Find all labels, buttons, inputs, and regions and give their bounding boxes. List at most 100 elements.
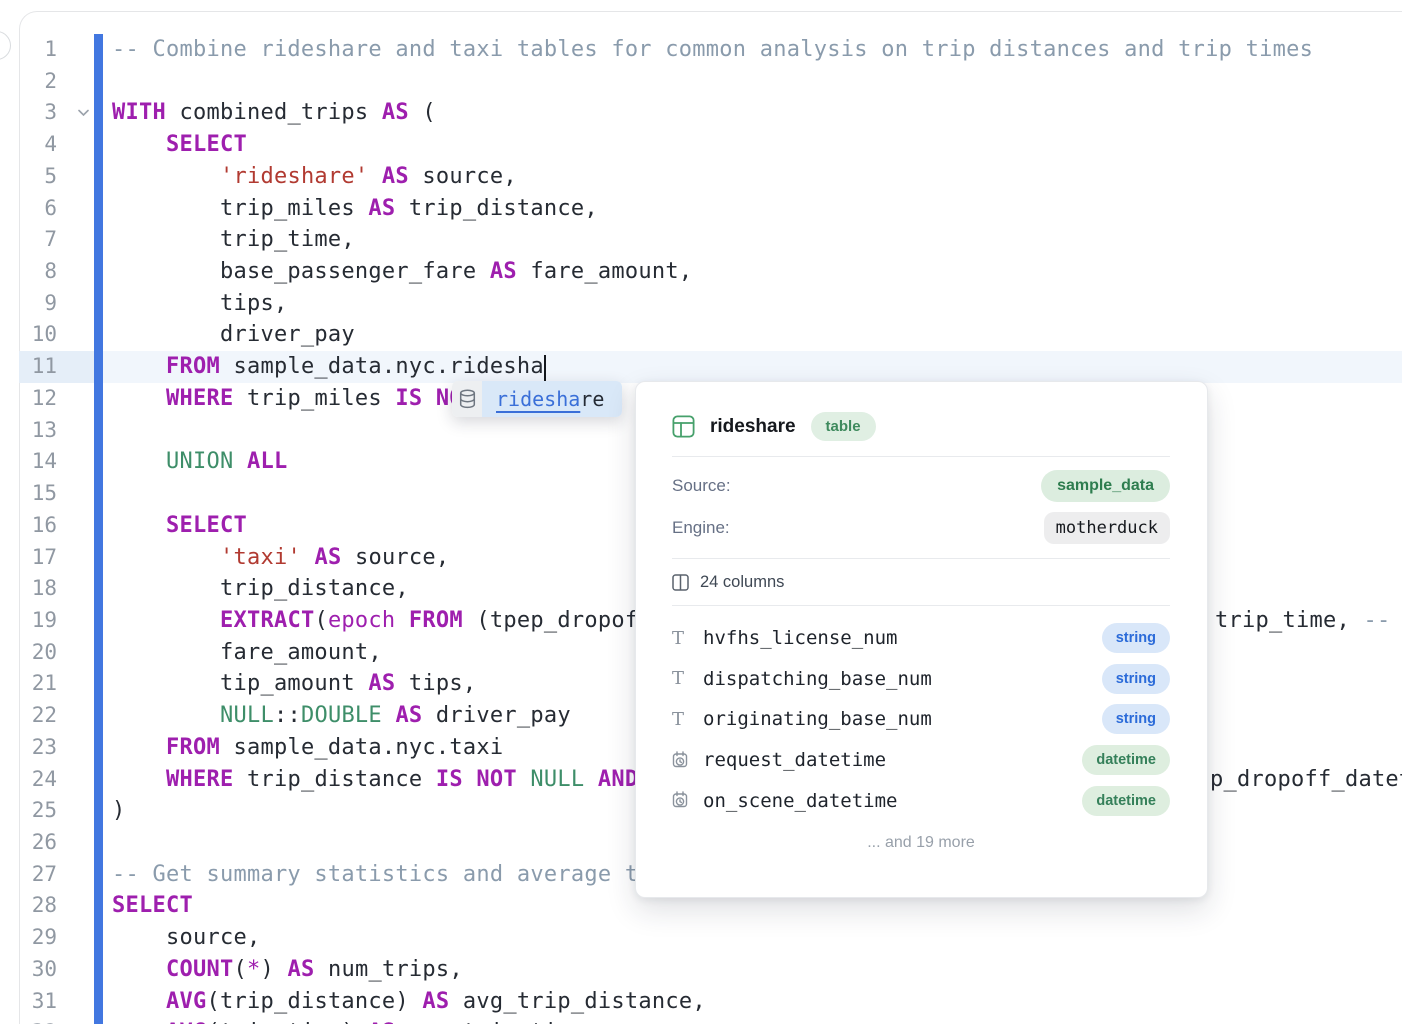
code-text: AVG(trip_time) AS avg_trip_time, (19, 1017, 1402, 1024)
divider (672, 605, 1170, 606)
column-type-badge: string (1102, 664, 1170, 694)
code-line-29[interactable]: 29 source, (19, 922, 1402, 954)
line-number: 21 (19, 668, 57, 700)
line-number: 3 (19, 97, 57, 129)
line-number: 29 (19, 922, 57, 954)
code-line-2[interactable]: 2 (19, 66, 1402, 98)
change-indicator-bar (94, 34, 103, 1024)
database-icon (452, 381, 482, 417)
line-number: 4 (19, 129, 57, 161)
code-text: AVG(trip_distance) AS avg_trip_distance, (19, 986, 1402, 1018)
code-text: tips, (19, 288, 1402, 320)
code-line-10[interactable]: 10 driver_pay (19, 319, 1402, 351)
code-line-31[interactable]: 31 AVG(trip_distance) AS avg_trip_distan… (19, 986, 1402, 1018)
column-name: hvfhs_license_num (703, 627, 897, 649)
code-line-30[interactable]: 30 COUNT(*) AS num_trips, (19, 954, 1402, 986)
code-line-32[interactable]: 32 AVG(trip_time) AS avg_trip_time, (19, 1017, 1402, 1024)
string-icon-cell: T (672, 709, 703, 730)
line-number: 6 (19, 193, 57, 225)
code-text: 'rideshare' AS source, (19, 161, 1402, 193)
engine-label: Engine: (672, 518, 730, 538)
datetime-icon-cell (672, 791, 703, 810)
column-name: dispatching_base_num (703, 668, 932, 690)
datetime-type-icon (672, 791, 691, 810)
code-text: -- Combine rideshare and taxi tables for… (19, 34, 1402, 66)
code-line-3[interactable]: 3WITH combined_trips AS ( (19, 97, 1402, 129)
line-number: 15 (19, 478, 57, 510)
more-columns-label: ... and 19 more (672, 834, 1170, 852)
column-row: Thvfhs_license_num string (672, 618, 1170, 659)
code-line-8[interactable]: 8 base_passenger_fare AS fare_amount, (19, 256, 1402, 288)
autocomplete-popup[interactable]: rideshare (452, 381, 622, 417)
autocomplete-match-text: ridesha (496, 387, 580, 411)
panel-handle[interactable] (0, 31, 11, 60)
autocomplete-item-rideshare[interactable]: rideshare (482, 381, 622, 417)
code-text: source, (19, 922, 1402, 954)
line-number: 19 (19, 605, 57, 637)
autocomplete-rest-text: re (580, 387, 604, 411)
column-row: Toriginating_base_num string (672, 699, 1170, 740)
code-line-7[interactable]: 7 trip_time, (19, 224, 1402, 256)
table-kind-badge: table (811, 412, 876, 441)
table-detail-header: rideshare table (672, 382, 1170, 445)
code-text: base_passenger_fare AS fare_amount, (19, 256, 1402, 288)
code-line-5[interactable]: 5 'rideshare' AS source, (19, 161, 1402, 193)
columns-count-label: 24 columns (700, 573, 784, 592)
column-row: request_datetime datetime (672, 740, 1170, 781)
code-text: trip_miles AS trip_distance, (19, 193, 1402, 225)
source-value-badge: sample_data (1041, 470, 1170, 502)
line-number: 12 (19, 383, 57, 415)
column-type-badge: string (1102, 623, 1170, 653)
code-line-4[interactable]: 4 SELECT (19, 129, 1402, 161)
line-number: 27 (19, 859, 57, 891)
code-text: FROM sample_data.nyc.ridesha (19, 351, 1402, 383)
column-type-badge: datetime (1082, 745, 1170, 775)
code-line-11[interactable]: 11 FROM sample_data.nyc.ridesha (19, 351, 1402, 383)
code-line-1[interactable]: 1-- Combine rideshare and taxi tables fo… (19, 34, 1402, 66)
line-number: 30 (19, 954, 57, 986)
line-number: 1 (19, 34, 57, 66)
code-text: COUNT(*) AS num_trips, (19, 954, 1402, 986)
code-text: driver_pay (19, 319, 1402, 351)
line-number: 11 (19, 351, 57, 383)
code-text: SELECT (19, 129, 1402, 161)
line-number: 18 (19, 573, 57, 605)
line-number: 23 (19, 732, 57, 764)
column-row: Tdispatching_base_num string (672, 659, 1170, 700)
engine-row: Engine:motherduck (672, 507, 1170, 549)
line-number: 16 (19, 510, 57, 542)
column-name: originating_base_num (703, 708, 932, 730)
code-text: trip_time, (19, 224, 1402, 256)
column-type-badge: datetime (1082, 786, 1170, 816)
table-detail-card: rideshare table Source:sample_dataEngine… (635, 381, 1208, 898)
line-number: 2 (19, 66, 57, 98)
line-number: 8 (19, 256, 57, 288)
source-row: Source:sample_data (672, 465, 1170, 507)
divider (672, 456, 1170, 457)
line-number: 7 (19, 224, 57, 256)
fold-chevron-icon[interactable] (74, 97, 92, 129)
columns-icon (672, 574, 689, 591)
line-number: 26 (19, 827, 57, 859)
line-number: 31 (19, 986, 57, 1018)
table-name-title: rideshare (710, 416, 796, 438)
column-name: request_datetime (703, 749, 886, 771)
line-number: 5 (19, 161, 57, 193)
code-line-9[interactable]: 9 tips, (19, 288, 1402, 320)
line-number: 9 (19, 288, 57, 320)
text-cursor (544, 355, 546, 383)
line-number: 32 (19, 1017, 57, 1024)
table-icon (672, 415, 695, 438)
column-type-badge: string (1102, 704, 1170, 734)
columns-count-row: 24 columns (672, 559, 1170, 605)
column-row: on_scene_datetime datetime (672, 780, 1170, 821)
line-number: 10 (19, 319, 57, 351)
datetime-type-icon (672, 751, 691, 770)
string-icon-cell: T (672, 668, 703, 689)
line-number: 13 (19, 415, 57, 447)
column-name: on_scene_datetime (703, 790, 897, 812)
code-text-right-of-card: p_dropoff_datet (1210, 764, 1402, 796)
string-icon-cell: T (672, 628, 703, 649)
datetime-icon-cell (672, 751, 703, 770)
code-line-6[interactable]: 6 trip_miles AS trip_distance, (19, 193, 1402, 225)
